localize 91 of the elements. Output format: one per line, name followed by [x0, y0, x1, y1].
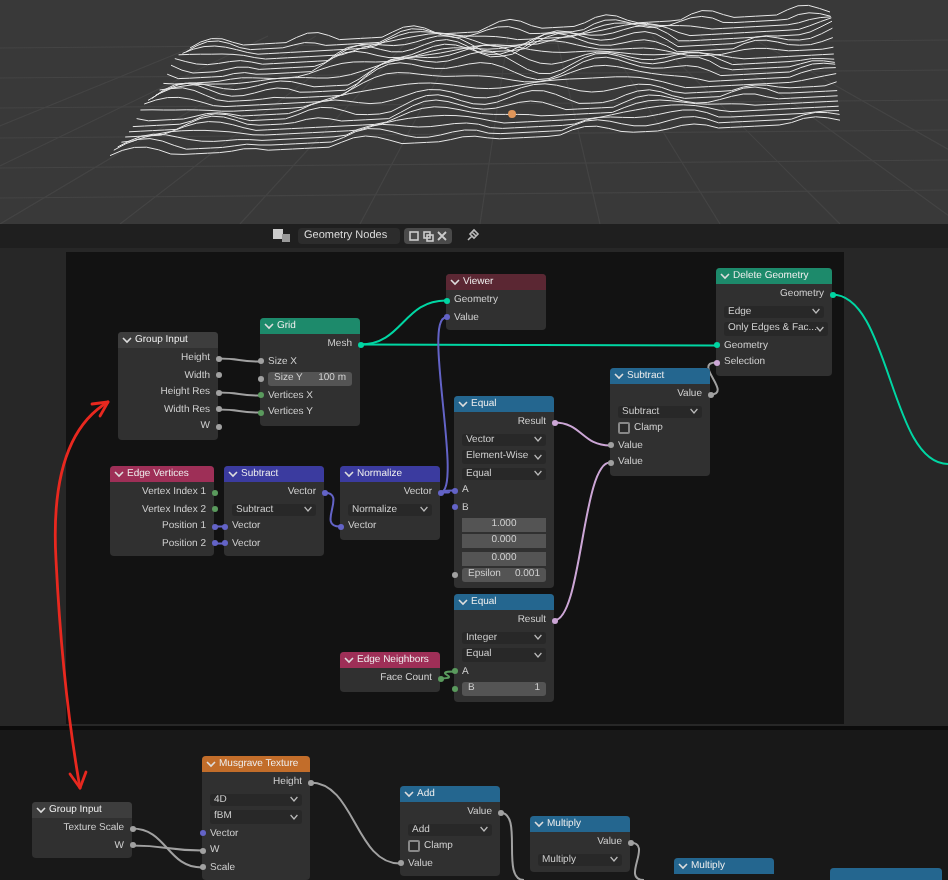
node-link: [217, 357, 261, 363]
collapse-icon[interactable]: [36, 806, 46, 814]
socket-dot[interactable]: [199, 864, 205, 871]
checkbox[interactable]: [408, 840, 420, 853]
socket-dot[interactable]: [199, 847, 205, 854]
tree-buttons[interactable]: [403, 228, 452, 244]
checkbox[interactable]: [618, 422, 630, 435]
socket-dot[interactable]: [451, 572, 457, 579]
node-link: [323, 491, 341, 528]
socket-dot[interactable]: [829, 291, 835, 298]
collapse-icon[interactable]: [458, 598, 468, 606]
chevron-icon: [690, 408, 698, 415]
socket-dot[interactable]: [215, 355, 221, 362]
pin-icon[interactable]: [463, 228, 480, 244]
socket-dot[interactable]: [707, 391, 713, 398]
socket-dot[interactable]: [451, 668, 457, 675]
socket-dot[interactable]: [551, 419, 557, 426]
socket-dot[interactable]: [257, 392, 263, 399]
socket-dot[interactable]: [199, 830, 205, 837]
socket-dot[interactable]: [443, 297, 449, 304]
node-link: [439, 670, 455, 680]
chevron-icon: [610, 856, 618, 863]
node-link: [213, 525, 225, 528]
close-icon[interactable]: [435, 230, 448, 242]
chevron-icon: [534, 453, 542, 460]
socket-dot[interactable]: [713, 342, 719, 349]
socket-dot[interactable]: [451, 487, 457, 494]
collapse-icon[interactable]: [678, 862, 688, 870]
socket-dot[interactable]: [607, 442, 613, 449]
chevron-icon: [816, 325, 825, 332]
socket-dot[interactable]: [497, 809, 503, 816]
socket-dot[interactable]: [437, 675, 443, 682]
node-link: [499, 811, 525, 880]
socket-dot[interactable]: [321, 489, 327, 496]
chevron-icon: [304, 506, 312, 513]
socket-dot[interactable]: [215, 423, 221, 430]
node-header[interactable]: [830, 868, 942, 880]
socket-dot[interactable]: [257, 358, 263, 365]
chevron-icon: [534, 634, 542, 641]
socket-dot[interactable]: [211, 540, 217, 547]
node-link: [707, 361, 719, 396]
socket-dot[interactable]: [211, 523, 217, 530]
chevron-icon: [534, 651, 542, 658]
collapse-icon[interactable]: [404, 790, 414, 798]
socket-dot[interactable]: [215, 406, 221, 413]
socket-dot[interactable]: [211, 506, 217, 513]
chevron-icon: [534, 470, 542, 477]
collapse-icon[interactable]: [114, 470, 124, 478]
collapse-icon[interactable]: [344, 656, 354, 664]
socket-dot[interactable]: [129, 842, 135, 849]
socket-dot[interactable]: [397, 860, 403, 867]
chevron-icon: [420, 506, 428, 513]
chevron-icon: [290, 813, 298, 820]
node-link: [213, 542, 225, 545]
socket-dot[interactable]: [211, 489, 217, 496]
socket-dot[interactable]: [451, 504, 457, 511]
collapse-icon[interactable]: [458, 400, 468, 408]
socket-dot[interactable]: [357, 341, 363, 348]
socket-dot[interactable]: [337, 523, 343, 530]
socket-dot[interactable]: [221, 523, 227, 530]
socket-dot[interactable]: [551, 617, 557, 624]
collapse-icon[interactable]: [122, 336, 132, 344]
socket-dot[interactable]: [437, 489, 443, 496]
node-link: [309, 781, 401, 865]
node-link: [553, 421, 611, 447]
collapse-icon[interactable]: [534, 820, 544, 828]
socket-dot[interactable]: [627, 839, 633, 846]
node-editor-icon[interactable]: [272, 228, 294, 244]
copy-icon[interactable]: [421, 230, 434, 242]
socket-dot[interactable]: [607, 459, 613, 466]
socket-dot[interactable]: [307, 779, 313, 786]
node-link: [217, 408, 261, 414]
chevron-icon: [812, 308, 820, 315]
collapse-icon[interactable]: [450, 278, 460, 286]
chevron-icon: [290, 796, 298, 803]
node-link: [217, 391, 261, 397]
node-link: [629, 841, 645, 880]
socket-dot[interactable]: [443, 314, 449, 321]
socket-dot[interactable]: [215, 389, 221, 396]
chevron-icon: [534, 436, 542, 443]
socket-dot[interactable]: [129, 825, 135, 832]
chevron-icon: [480, 826, 488, 833]
socket-dot[interactable]: [221, 540, 227, 547]
collapse-icon[interactable]: [228, 470, 238, 478]
socket-dot[interactable]: [451, 685, 457, 692]
socket-dot[interactable]: [713, 359, 719, 366]
collapse-icon[interactable]: [614, 372, 624, 380]
socket-dot[interactable]: [257, 375, 263, 382]
collapse-icon[interactable]: [344, 470, 354, 478]
socket-dot[interactable]: [257, 409, 263, 416]
socket-dot[interactable]: [215, 372, 221, 379]
